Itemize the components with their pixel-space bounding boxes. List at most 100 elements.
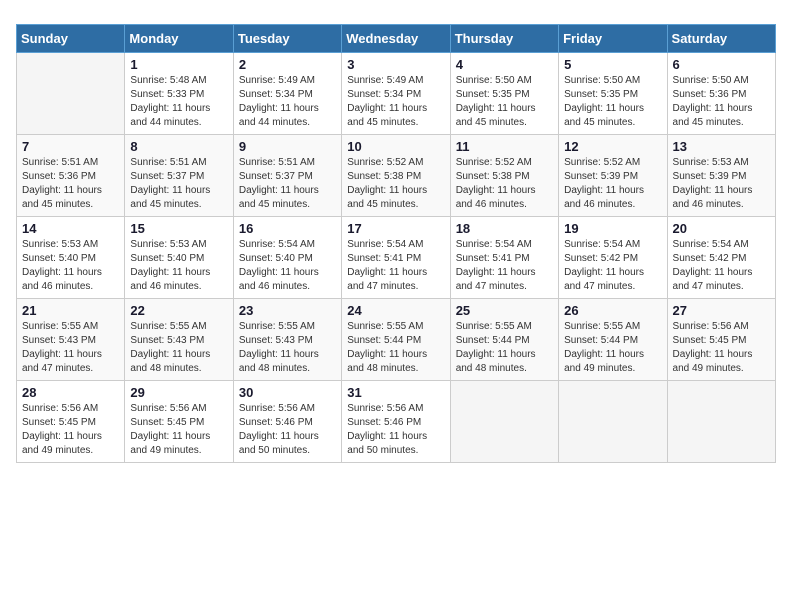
day-number: 3: [347, 57, 444, 72]
day-info: Sunrise: 5:51 AMSunset: 5:36 PMDaylight:…: [22, 156, 119, 212]
day-number: 27: [673, 303, 770, 318]
header-sunday: Sunday: [17, 25, 125, 53]
day-info: Sunrise: 5:48 AMSunset: 5:33 PMDaylight:…: [130, 74, 227, 130]
day-cell: 6 Sunrise: 5:50 AMSunset: 5:36 PMDaylight…: [667, 53, 775, 135]
day-number: 23: [239, 303, 336, 318]
day-info: Sunrise: 5:55 AMSunset: 5:44 PMDaylight:…: [564, 320, 661, 376]
day-cell: 31 Sunrise: 5:56 AMSunset: 5:46 PMDayligh…: [342, 381, 450, 463]
day-number: 30: [239, 385, 336, 400]
day-number: 2: [239, 57, 336, 72]
day-number: 21: [22, 303, 119, 318]
day-number: 5: [564, 57, 661, 72]
day-number: 14: [22, 221, 119, 236]
day-info: Sunrise: 5:53 AMSunset: 5:40 PMDaylight:…: [22, 238, 119, 294]
day-info: Sunrise: 5:56 AMSunset: 5:45 PMDaylight:…: [130, 402, 227, 458]
day-info: Sunrise: 5:55 AMSunset: 5:43 PMDaylight:…: [239, 320, 336, 376]
day-cell: 16 Sunrise: 5:54 AMSunset: 5:40 PMDayligh…: [233, 217, 341, 299]
day-cell: 9Sunrise: 5:51 AMSunset: 5:37 PMDaylight…: [233, 135, 341, 217]
day-number: 15: [130, 221, 227, 236]
header-row: SundayMondayTuesdayWednesdayThursdayFrid…: [17, 25, 776, 53]
day-info: Sunrise: 5:49 AMSunset: 5:34 PMDaylight:…: [347, 74, 444, 130]
day-number: 13: [673, 139, 770, 154]
day-cell: [17, 53, 125, 135]
day-number: 12: [564, 139, 661, 154]
day-number: 18: [456, 221, 553, 236]
day-info: Sunrise: 5:55 AMSunset: 5:44 PMDaylight:…: [347, 320, 444, 376]
day-cell: 17 Sunrise: 5:54 AMSunset: 5:41 PMDayligh…: [342, 217, 450, 299]
day-cell: 24 Sunrise: 5:55 AMSunset: 5:44 PMDayligh…: [342, 299, 450, 381]
day-cell: 1 Sunrise: 5:48 AMSunset: 5:33 PMDaylight…: [125, 53, 233, 135]
day-cell: [667, 381, 775, 463]
day-number: 1: [130, 57, 227, 72]
day-info: Sunrise: 5:55 AMSunset: 5:44 PMDaylight:…: [456, 320, 553, 376]
day-info: Sunrise: 5:49 AMSunset: 5:34 PMDaylight:…: [239, 74, 336, 130]
week-row-1: 1 Sunrise: 5:48 AMSunset: 5:33 PMDaylight…: [17, 53, 776, 135]
day-number: 11: [456, 139, 553, 154]
day-info: Sunrise: 5:50 AMSunset: 5:35 PMDaylight:…: [456, 74, 553, 130]
day-info: Sunrise: 5:55 AMSunset: 5:43 PMDaylight:…: [130, 320, 227, 376]
day-number: 22: [130, 303, 227, 318]
day-info: Sunrise: 5:54 AMSunset: 5:42 PMDaylight:…: [564, 238, 661, 294]
day-cell: 25 Sunrise: 5:55 AMSunset: 5:44 PMDayligh…: [450, 299, 558, 381]
day-number: 19: [564, 221, 661, 236]
day-info: Sunrise: 5:52 AMSunset: 5:38 PMDaylight:…: [456, 156, 553, 212]
week-row-3: 14 Sunrise: 5:53 AMSunset: 5:40 PMDayligh…: [17, 217, 776, 299]
week-row-4: 21 Sunrise: 5:55 AMSunset: 5:43 PMDayligh…: [17, 299, 776, 381]
day-number: 25: [456, 303, 553, 318]
day-cell: 20Sunrise: 5:54 AMSunset: 5:42 PMDayligh…: [667, 217, 775, 299]
day-info: Sunrise: 5:52 AMSunset: 5:39 PMDaylight:…: [564, 156, 661, 212]
day-cell: 13 Sunrise: 5:53 AMSunset: 5:39 PMDayligh…: [667, 135, 775, 217]
day-number: 31: [347, 385, 444, 400]
day-info: Sunrise: 5:54 AMSunset: 5:42 PMDaylight:…: [673, 238, 770, 294]
day-number: 24: [347, 303, 444, 318]
day-info: Sunrise: 5:54 AMSunset: 5:40 PMDaylight:…: [239, 238, 336, 294]
day-cell: 3 Sunrise: 5:49 AMSunset: 5:34 PMDaylight…: [342, 53, 450, 135]
day-number: 29: [130, 385, 227, 400]
day-cell: 23 Sunrise: 5:55 AMSunset: 5:43 PMDayligh…: [233, 299, 341, 381]
day-cell: 29 Sunrise: 5:56 AMSunset: 5:45 PMDayligh…: [125, 381, 233, 463]
day-info: Sunrise: 5:53 AMSunset: 5:40 PMDaylight:…: [130, 238, 227, 294]
day-info: Sunrise: 5:54 AMSunset: 5:41 PMDaylight:…: [456, 238, 553, 294]
day-info: Sunrise: 5:50 AMSunset: 5:36 PMDaylight:…: [673, 74, 770, 130]
day-cell: 15 Sunrise: 5:53 AMSunset: 5:40 PMDayligh…: [125, 217, 233, 299]
day-cell: 22 Sunrise: 5:55 AMSunset: 5:43 PMDayligh…: [125, 299, 233, 381]
day-info: Sunrise: 5:53 AMSunset: 5:39 PMDaylight:…: [673, 156, 770, 212]
day-info: Sunrise: 5:54 AMSunset: 5:41 PMDaylight:…: [347, 238, 444, 294]
day-number: 7: [22, 139, 119, 154]
day-number: 8: [130, 139, 227, 154]
day-number: 16: [239, 221, 336, 236]
day-cell: 2 Sunrise: 5:49 AMSunset: 5:34 PMDaylight…: [233, 53, 341, 135]
day-info: Sunrise: 5:51 AMSunset: 5:37 PMDaylight:…: [130, 156, 227, 212]
day-cell: 5 Sunrise: 5:50 AMSunset: 5:35 PMDaylight…: [559, 53, 667, 135]
day-number: 26: [564, 303, 661, 318]
day-cell: 27Sunrise: 5:56 AMSunset: 5:45 PMDayligh…: [667, 299, 775, 381]
week-row-5: 28 Sunrise: 5:56 AMSunset: 5:45 PMDayligh…: [17, 381, 776, 463]
day-info: Sunrise: 5:56 AMSunset: 5:46 PMDaylight:…: [239, 402, 336, 458]
day-info: Sunrise: 5:50 AMSunset: 5:35 PMDaylight:…: [564, 74, 661, 130]
day-cell: [450, 381, 558, 463]
day-number: 4: [456, 57, 553, 72]
day-number: 28: [22, 385, 119, 400]
day-cell: 12 Sunrise: 5:52 AMSunset: 5:39 PMDayligh…: [559, 135, 667, 217]
day-cell: 28 Sunrise: 5:56 AMSunset: 5:45 PMDayligh…: [17, 381, 125, 463]
day-cell: 18 Sunrise: 5:54 AMSunset: 5:41 PMDayligh…: [450, 217, 558, 299]
day-cell: 14 Sunrise: 5:53 AMSunset: 5:40 PMDayligh…: [17, 217, 125, 299]
header-thursday: Thursday: [450, 25, 558, 53]
day-cell: 4 Sunrise: 5:50 AMSunset: 5:35 PMDaylight…: [450, 53, 558, 135]
day-info: Sunrise: 5:56 AMSunset: 5:46 PMDaylight:…: [347, 402, 444, 458]
calendar-table: SundayMondayTuesdayWednesdayThursdayFrid…: [16, 24, 776, 463]
header-friday: Friday: [559, 25, 667, 53]
header-saturday: Saturday: [667, 25, 775, 53]
day-cell: 26 Sunrise: 5:55 AMSunset: 5:44 PMDayligh…: [559, 299, 667, 381]
header-monday: Monday: [125, 25, 233, 53]
day-number: 6: [673, 57, 770, 72]
day-number: 10: [347, 139, 444, 154]
day-info: Sunrise: 5:56 AMSunset: 5:45 PMDaylight:…: [22, 402, 119, 458]
week-row-2: 7 Sunrise: 5:51 AMSunset: 5:36 PMDaylight…: [17, 135, 776, 217]
header-tuesday: Tuesday: [233, 25, 341, 53]
day-number: 17: [347, 221, 444, 236]
day-info: Sunrise: 5:52 AMSunset: 5:38 PMDaylight:…: [347, 156, 444, 212]
day-cell: [559, 381, 667, 463]
day-cell: 21Sunrise: 5:55 AMSunset: 5:43 PMDayligh…: [17, 299, 125, 381]
day-cell: 7 Sunrise: 5:51 AMSunset: 5:36 PMDaylight…: [17, 135, 125, 217]
